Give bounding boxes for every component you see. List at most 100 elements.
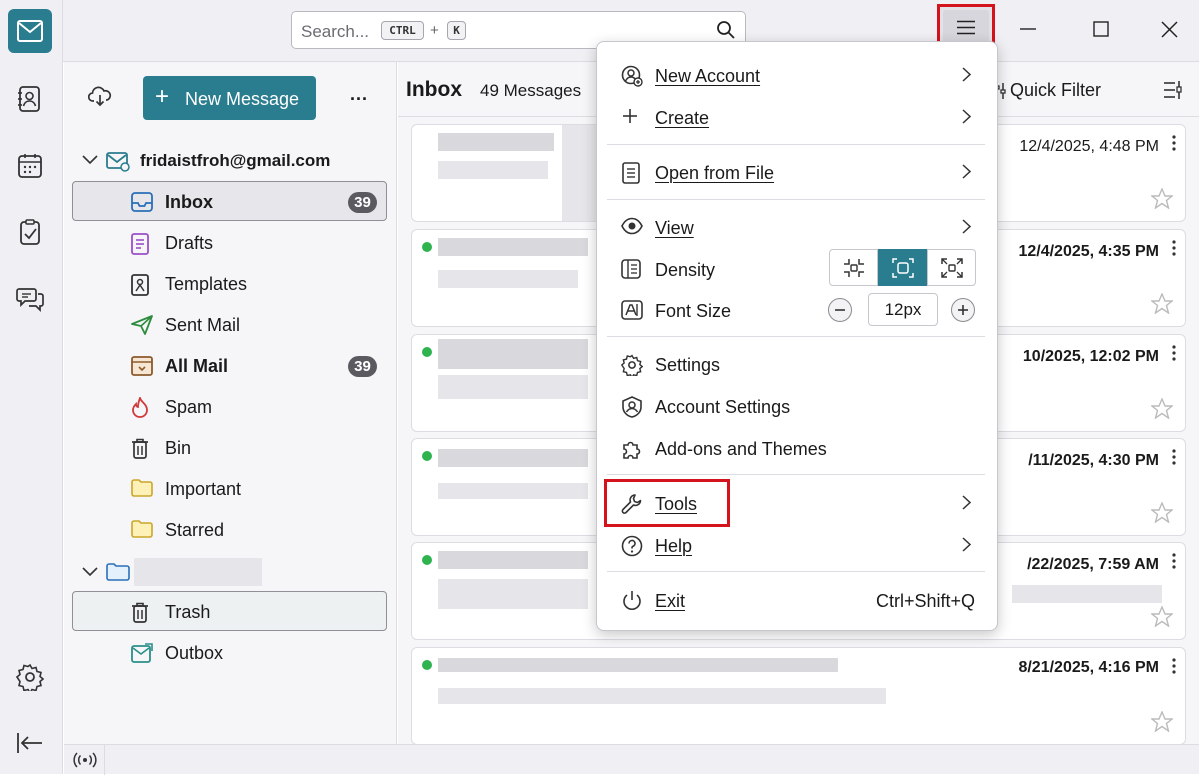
menu-item-addons[interactable]: Add-ons and Themes — [607, 428, 989, 468]
star-icon[interactable] — [1151, 398, 1173, 419]
templates-icon — [131, 274, 149, 296]
message-date: 8/21/2025, 4:16 PM — [1018, 659, 1159, 676]
menu-item-open-from-file[interactable]: Open from File — [607, 152, 989, 192]
message-date: /11/2025, 4:30 PM — [1028, 452, 1159, 469]
message-count: 49 Messages — [480, 81, 582, 100]
folder-sent-mail[interactable]: Sent Mail — [72, 304, 387, 344]
archive-icon — [131, 356, 153, 376]
settings-gear-icon[interactable] — [16, 663, 44, 691]
address-book-icon[interactable] — [16, 85, 44, 113]
calendar-icon[interactable] — [16, 152, 44, 180]
folder-icon — [131, 520, 153, 538]
chat-icon[interactable] — [16, 285, 44, 313]
folder-label: Outbox — [165, 643, 224, 663]
folder-drafts[interactable]: Drafts — [72, 222, 387, 262]
menu-item-settings[interactable]: Settings — [607, 344, 989, 384]
close-button[interactable] — [1161, 21, 1178, 38]
density-touch-button[interactable] — [927, 249, 976, 286]
folder-bin[interactable]: Bin — [72, 427, 387, 467]
density-normal-button[interactable] — [878, 249, 927, 286]
chevron-down-icon[interactable] — [82, 565, 98, 577]
chevron-right-icon — [962, 495, 971, 510]
sent-icon — [131, 315, 153, 335]
menu-separator — [607, 144, 985, 145]
menu-separator — [607, 571, 985, 572]
message-card[interactable]: 8/21/2025, 4:16 PM — [411, 647, 1186, 745]
star-icon[interactable] — [1151, 606, 1173, 627]
new-message-button[interactable]: + New Message — [143, 76, 316, 120]
menu-item-help[interactable]: Help — [607, 525, 989, 565]
star-icon[interactable] — [1151, 188, 1173, 209]
more-options-icon[interactable] — [1172, 449, 1176, 465]
quick-filter-button[interactable]: Quick Filter — [1010, 80, 1101, 101]
menu-item-label: Density — [655, 260, 716, 280]
font-size-icon — [621, 300, 643, 320]
file-icon — [621, 162, 641, 184]
more-options-icon[interactable] — [1172, 345, 1176, 361]
account-name: fridaistfroh@gmail.com — [140, 151, 331, 170]
menu-item-label: New Account — [655, 66, 761, 86]
folder-important[interactable]: Important — [72, 468, 387, 508]
local-folders-row[interactable] — [78, 558, 388, 588]
spam-icon — [131, 397, 149, 419]
gear-icon — [621, 354, 643, 376]
font-size-value[interactable]: 12px — [868, 293, 938, 326]
status-separator — [104, 745, 105, 775]
menu-item-font-size: Font Size 12px — [607, 290, 989, 330]
search-placeholder[interactable]: Search... — [301, 22, 369, 42]
eye-icon — [621, 217, 643, 235]
maximize-button[interactable] — [1093, 21, 1109, 37]
font-size-decrease-button[interactable] — [828, 298, 852, 322]
folder-icon — [131, 479, 153, 497]
chevron-right-icon — [962, 219, 971, 234]
mail-icon — [17, 20, 43, 42]
power-icon — [621, 590, 643, 612]
online-status-icon[interactable] — [73, 752, 97, 768]
menu-item-account-settings[interactable]: Account Settings — [607, 386, 989, 426]
folder-all-mail[interactable]: All Mail 39 — [72, 345, 387, 385]
bin-icon — [131, 438, 149, 460]
folder-outbox[interactable]: Outbox — [72, 632, 387, 672]
folder-label: Drafts — [165, 233, 214, 253]
plus-icon: + — [155, 83, 170, 110]
unread-count-badge: 39 — [348, 192, 377, 213]
minimize-button[interactable] — [1020, 28, 1036, 30]
star-icon[interactable] — [1151, 502, 1173, 523]
collapse-spaces-icon[interactable] — [16, 731, 44, 755]
folder-templates[interactable]: Templates — [72, 263, 387, 303]
redacted-sender — [438, 238, 588, 256]
menu-item-label: Help — [655, 536, 693, 556]
tasks-icon[interactable] — [16, 218, 44, 246]
more-options-icon[interactable] — [1172, 135, 1176, 151]
folder-label: Spam — [165, 397, 213, 417]
font-size-increase-button[interactable] — [951, 298, 975, 322]
star-icon[interactable] — [1151, 711, 1173, 732]
folder-label: Sent Mail — [165, 315, 241, 335]
more-options-icon[interactable] — [1172, 240, 1176, 256]
folder-inbox[interactable]: Inbox 39 — [72, 181, 387, 221]
density-compact-button[interactable] — [829, 249, 878, 286]
account-row[interactable]: fridaistfroh@gmail.com — [78, 150, 388, 176]
folder-spam[interactable]: Spam — [72, 386, 387, 426]
shortcut-plus: + — [430, 22, 439, 39]
folder-trash[interactable]: Trash — [72, 591, 387, 631]
more-options-icon[interactable] — [1172, 553, 1176, 569]
outbox-icon — [131, 643, 153, 663]
mail-space-button[interactable] — [8, 9, 52, 53]
star-icon[interactable] — [1151, 293, 1173, 314]
menu-item-exit[interactable]: Exit Ctrl+Shift+Q — [607, 580, 989, 620]
menu-item-view[interactable]: View — [607, 207, 989, 247]
menu-item-new-account[interactable]: New Account — [607, 55, 989, 95]
more-options-icon[interactable] — [1172, 658, 1176, 674]
folder-starred[interactable]: Starred — [72, 509, 387, 549]
get-messages-icon[interactable] — [88, 84, 112, 108]
folder-label: Templates — [165, 274, 248, 294]
menu-item-create[interactable]: Create — [607, 97, 989, 137]
redacted-subject — [438, 579, 588, 609]
puzzle-icon — [621, 438, 643, 460]
search-icon[interactable] — [716, 20, 736, 40]
display-options-icon[interactable] — [1163, 80, 1183, 100]
chevron-down-icon[interactable] — [82, 153, 98, 165]
folder-pane-more-button[interactable]: ... — [350, 84, 368, 105]
message-date: /22/2025, 7:59 AM — [1027, 556, 1159, 573]
